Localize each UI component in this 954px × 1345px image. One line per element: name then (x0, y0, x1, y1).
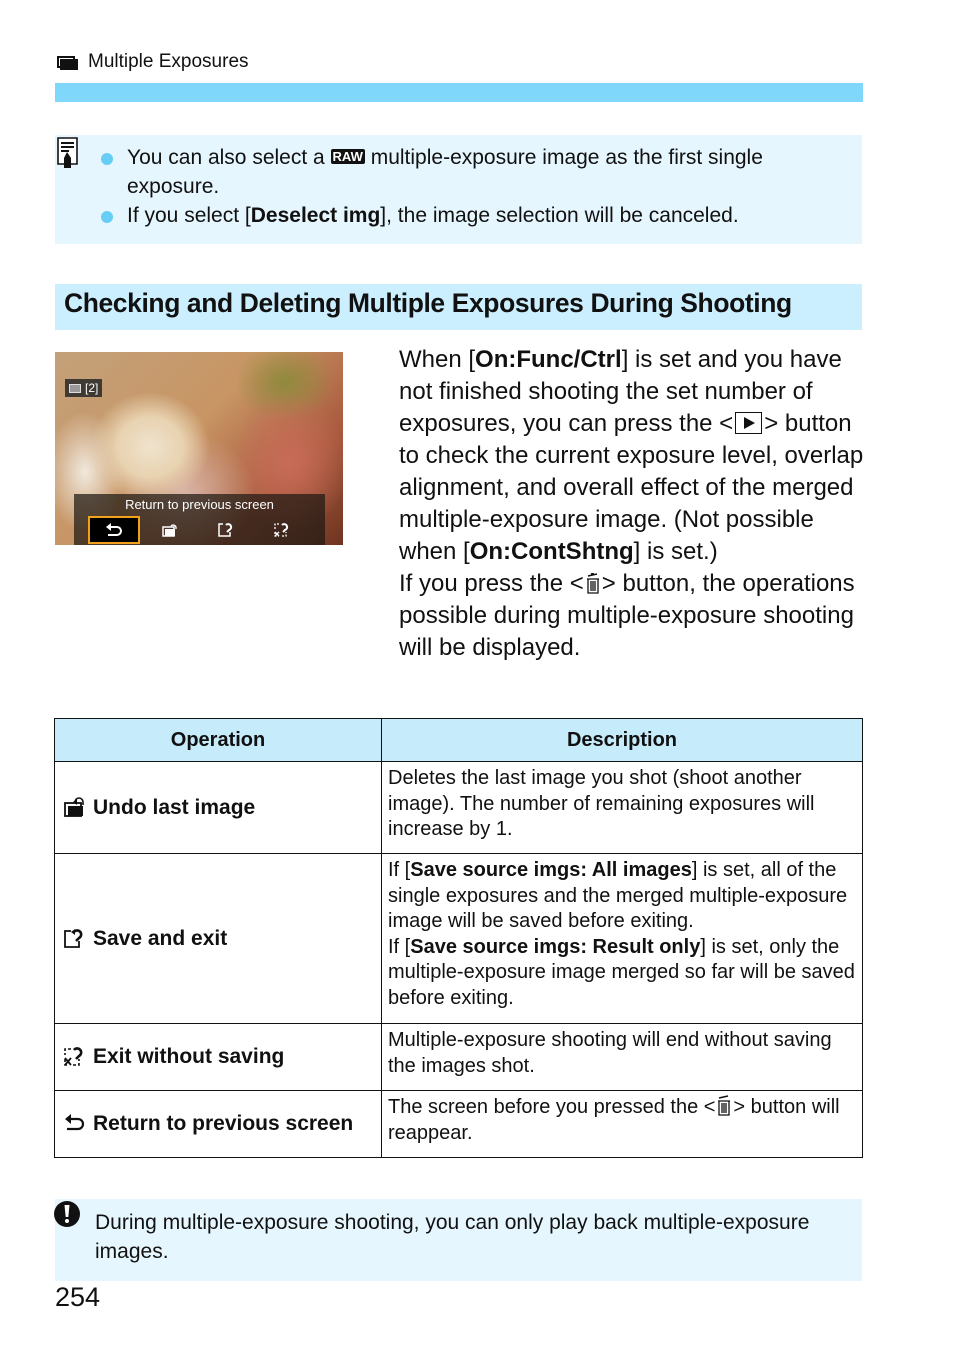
table-row: Exit without saving Multiple-exposure sh… (54, 1023, 863, 1091)
caution-icon (54, 1201, 80, 1227)
caution-box: During multiple-exposure shooting, you c… (54, 1199, 862, 1281)
camera-option-return[interactable] (88, 516, 140, 544)
body-paragraph: If you press the < > button, the operatio… (399, 570, 855, 661)
operation-cell: Return to previous screen (54, 1090, 382, 1158)
table-row: Save and exit If [Save source imgs: All … (54, 853, 863, 1024)
undo-last-image-icon (64, 796, 84, 817)
save-and-exit-icon (64, 928, 83, 948)
caution-text: During multiple-exposure shooting, you c… (95, 1211, 810, 1263)
memo-icon (57, 137, 78, 168)
multiple-exposure-icon (69, 383, 81, 393)
description-cell: The screen before you pressed the < > but… (381, 1090, 863, 1158)
operations-table: Operation Description Undo last image De… (54, 718, 863, 1158)
return-icon (65, 1114, 85, 1131)
return-icon (106, 523, 122, 536)
bullet-icon (101, 211, 113, 223)
table-row: Return to previous screen The screen bef… (54, 1090, 863, 1158)
camera-screen-image: [2] Return to previous screen (55, 352, 343, 545)
table-row: Undo last image Deletes the last image y… (54, 761, 863, 854)
body-paragraph: When [On:Func/Ctrl] is set and you have … (399, 346, 864, 565)
exposure-count-badge: [2] (65, 379, 103, 397)
camera-option-exit-no-save[interactable] (256, 516, 308, 544)
header-title: Multiple Exposures (88, 51, 249, 72)
description-cell: If [Save source imgs: All images] is set… (381, 853, 863, 1024)
page-number: 254 (55, 1282, 101, 1312)
description-cell: Multiple-exposure shooting will end with… (381, 1023, 863, 1091)
section-header: Checking and Deleting Multiple Exposures… (55, 284, 862, 330)
exit-without-saving-icon (274, 523, 289, 537)
note-item: You can also select a RAW multiple-expos… (101, 143, 847, 201)
note-item: If you select [Deselect img], the image … (101, 201, 847, 230)
undo-last-image-icon (162, 524, 177, 537)
playback-button-icon (735, 412, 763, 434)
raw-icon: RAW (330, 149, 365, 164)
camera-panel-title: Return to previous screen (125, 497, 274, 512)
exit-without-saving-icon (64, 1047, 83, 1066)
column-header-operation: Operation (54, 718, 382, 762)
header-bar (55, 83, 863, 102)
column-header-description: Description (381, 718, 863, 762)
operation-cell: Exit without saving (54, 1023, 382, 1091)
page-header: Multiple Exposures (57, 50, 249, 74)
section-title: Checking and Deleting Multiple Exposures… (64, 288, 792, 318)
operation-cell: Save and exit (54, 853, 382, 1024)
camera-option-undo[interactable] (144, 516, 196, 544)
camera-option-save-exit[interactable] (200, 516, 252, 544)
save-and-exit-icon (218, 523, 233, 537)
camera-options-panel: Return to previous screen (74, 494, 325, 545)
description-cell: Deletes the last image you shot (shoot a… (381, 761, 863, 854)
table-header-row: Operation Description (54, 718, 863, 762)
trash-icon (586, 573, 599, 594)
trash-icon (718, 1095, 731, 1116)
body-text: When [On:Func/Ctrl] is set and you have … (399, 344, 869, 664)
multiple-exposure-icon (57, 54, 79, 70)
operation-cell: Undo last image (54, 761, 382, 854)
note-box: You can also select a RAW multiple-expos… (55, 135, 862, 244)
bullet-icon (101, 153, 113, 165)
